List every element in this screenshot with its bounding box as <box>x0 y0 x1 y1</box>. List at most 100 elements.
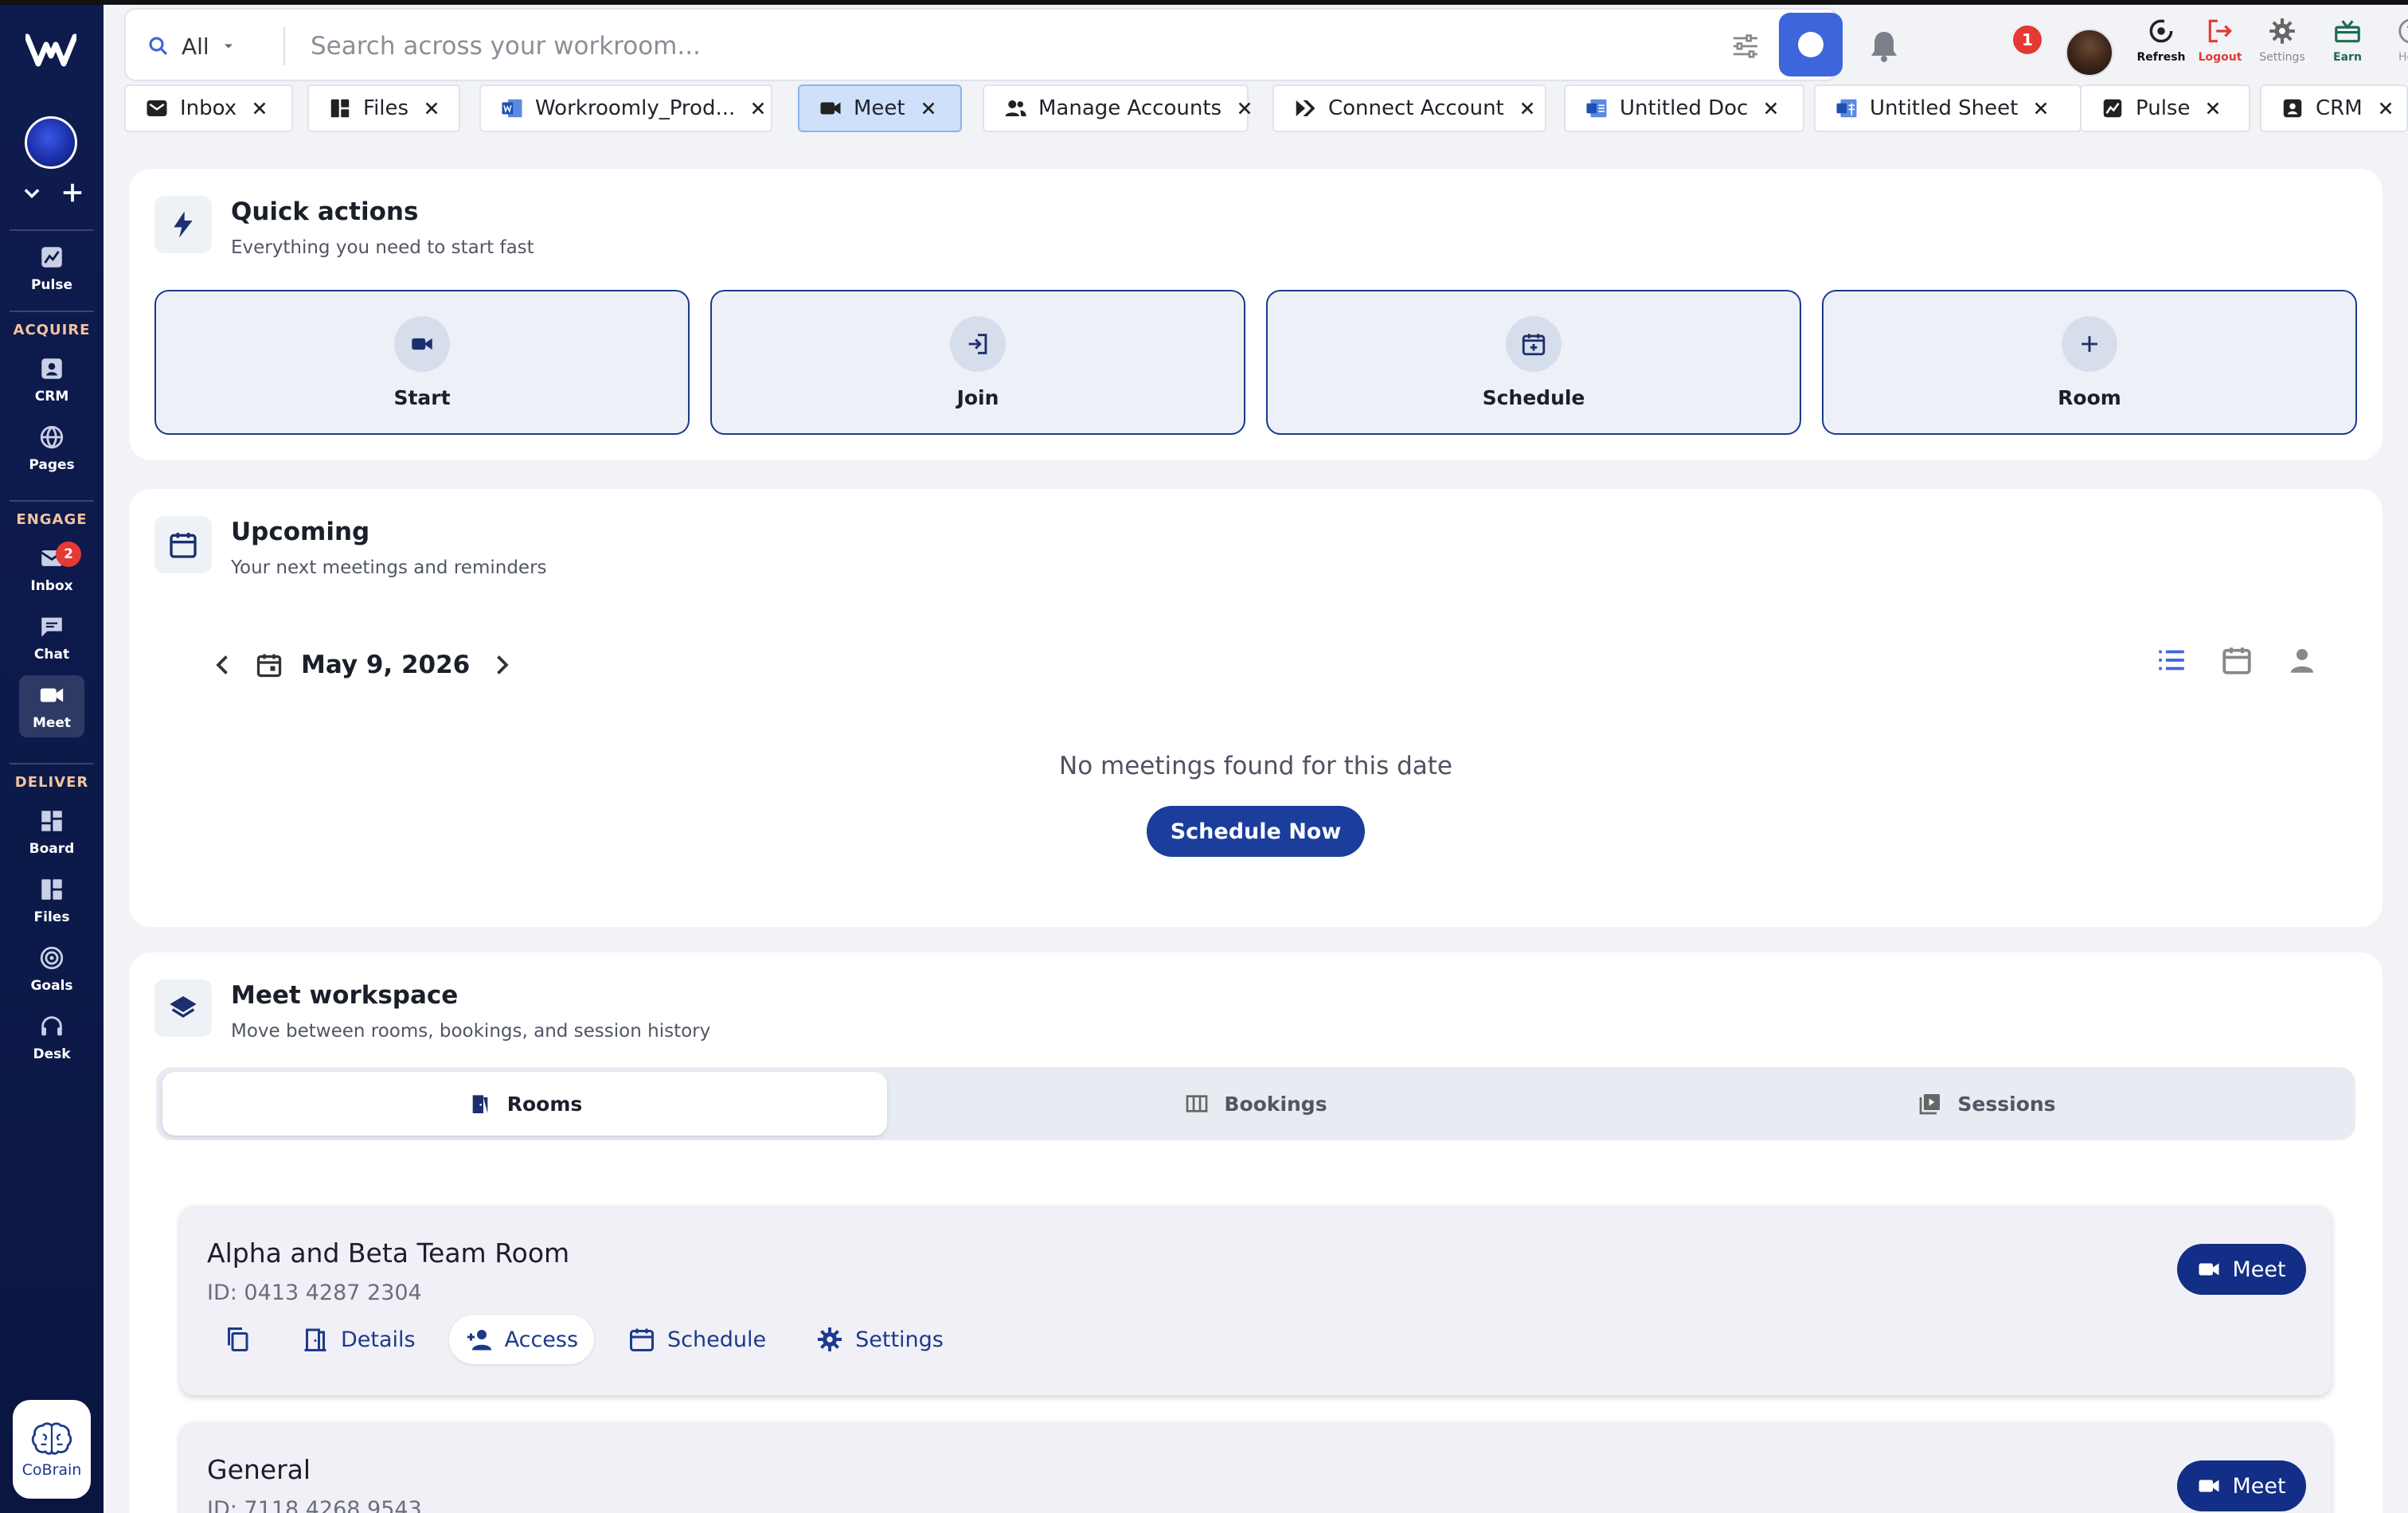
close-icon[interactable] <box>423 100 440 117</box>
room-schedule-button[interactable]: Schedule <box>612 1315 782 1364</box>
join-room-button[interactable]: Meet <box>2177 1460 2306 1511</box>
notifications-button[interactable] <box>1852 16 1916 83</box>
card-title: Meet workspace <box>231 981 459 1010</box>
sidebar-item-meet[interactable]: Meet <box>19 675 84 737</box>
app-logo[interactable] <box>24 32 78 68</box>
search-input[interactable] <box>311 24 1585 68</box>
tab-inbox[interactable]: Inbox <box>124 84 293 132</box>
help-label: Help <box>2398 51 2408 64</box>
sidebar-item-pulse[interactable]: Pulse <box>19 237 84 299</box>
close-icon[interactable] <box>920 100 937 117</box>
filter-sliders-icon[interactable] <box>1730 30 1761 62</box>
gear-icon <box>818 1327 842 1351</box>
room-details-button[interactable]: Details <box>285 1315 432 1364</box>
calendar-view-icon[interactable] <box>2220 643 2254 677</box>
room-id: ID: 0413 4287 2304 <box>207 1280 422 1305</box>
search-scope-select[interactable]: All <box>147 27 236 65</box>
tab-connect-account[interactable]: Connect Account <box>1272 84 1546 132</box>
sidebar-item-crm[interactable]: CRM <box>19 349 84 411</box>
tab-crm[interactable]: CRM <box>2260 84 2408 132</box>
files-icon <box>330 99 350 118</box>
upcoming-card: Upcoming Your next meetings and reminder… <box>129 489 2383 927</box>
sidebar-item-label: Meet <box>32 715 72 731</box>
copy-id-button[interactable] <box>207 1315 268 1364</box>
close-icon[interactable] <box>749 100 767 117</box>
sidebar-item-chat[interactable]: Chat <box>19 607 84 669</box>
bell-icon <box>1871 32 1897 62</box>
sidebar-item-desk[interactable]: Desk <box>19 1007 84 1069</box>
close-icon[interactable] <box>2204 100 2222 117</box>
tab-label: Manage Accounts <box>1038 96 1222 120</box>
room-settings-button[interactable]: Settings <box>799 1315 960 1364</box>
tab-manage-accounts[interactable]: Manage Accounts <box>983 84 1251 132</box>
tab-label: Inbox <box>180 96 237 120</box>
login-icon <box>968 333 987 354</box>
tab-sessions[interactable]: Sessions <box>1624 1072 2349 1136</box>
sidebar-item-label: Pages <box>29 457 75 473</box>
start-meeting-button[interactable]: Start <box>154 290 690 435</box>
close-icon[interactable] <box>2377 100 2394 117</box>
action-label: Schedule <box>667 1327 767 1352</box>
workspace-avatar[interactable] <box>25 116 77 169</box>
tab-label: Pulse <box>2136 96 2191 120</box>
list-view-icon[interactable] <box>2155 643 2188 677</box>
sidebar-item-goals[interactable]: Goals <box>19 938 84 1000</box>
tab-workroomly-prod[interactable]: Workroomly_Prod... <box>479 84 772 132</box>
chevron-down-icon[interactable] <box>21 181 43 211</box>
sidebar-item-label: Files <box>33 909 70 925</box>
close-icon[interactable] <box>2032 100 2050 117</box>
tab-rooms[interactable]: Rooms <box>162 1072 887 1136</box>
join-room-button[interactable]: Meet <box>2177 1244 2306 1295</box>
logout-icon <box>2208 19 2232 43</box>
section-label-acquire: ACQUIRE <box>13 322 91 338</box>
tab-pulse[interactable]: Pulse <box>2080 84 2250 132</box>
user-avatar[interactable] <box>2066 29 2113 76</box>
room-card: Alpha and Beta Team Room ID: 0413 4287 2… <box>180 1206 2332 1395</box>
settings-button[interactable]: Settings <box>2250 16 2314 83</box>
chevron-right-icon[interactable] <box>487 651 516 679</box>
logout-button[interactable]: Logout <box>2188 16 2252 83</box>
calendar-icon[interactable] <box>255 651 283 679</box>
sidebar-item-files[interactable]: Files <box>19 870 84 932</box>
earn-button[interactable]: Earn <box>2316 16 2379 83</box>
plus-icon <box>2082 335 2097 352</box>
global-search: All <box>124 8 1843 81</box>
tab-bookings[interactable]: Bookings <box>893 1072 1618 1136</box>
sidebar-item-label: Inbox <box>30 578 73 594</box>
sidebar-item-pages[interactable]: Pages <box>19 417 84 479</box>
room-access-button[interactable]: Access <box>448 1315 595 1364</box>
refresh-button[interactable]: Refresh <box>2129 16 2193 83</box>
crm-icon <box>41 358 62 379</box>
schedule-now-button[interactable]: Schedule Now <box>1147 806 1365 857</box>
search-submit-button[interactable] <box>1779 13 1843 76</box>
sidebar-item-inbox[interactable]: 2 Inbox <box>19 538 84 600</box>
action-label: Access <box>504 1327 579 1352</box>
sidebar-item-label: Chat <box>33 647 70 663</box>
card-subtitle: Your next meetings and reminders <box>231 557 547 578</box>
tab-files[interactable]: Files <box>307 84 460 132</box>
meet-workspace-card: Meet workspace Move between rooms, booki… <box>129 952 2383 1513</box>
tab-untitled-sheet[interactable]: Untitled Sheet <box>1814 84 2082 132</box>
chevron-left-icon[interactable] <box>209 651 237 679</box>
current-date[interactable]: May 9, 2026 <box>301 651 470 679</box>
close-icon[interactable] <box>1236 100 1253 117</box>
card-subtitle: Everything you need to start fast <box>231 237 534 258</box>
close-icon[interactable] <box>251 100 268 117</box>
tab-untitled-doc[interactable]: Untitled Doc <box>1564 84 1804 132</box>
sidebar-divider <box>10 311 94 312</box>
view-switcher <box>2155 643 2319 677</box>
cobrain-button[interactable]: CoBrain <box>13 1400 91 1499</box>
close-icon[interactable] <box>1519 100 1536 117</box>
schedule-meeting-button[interactable]: Schedule <box>1266 290 1801 435</box>
close-icon[interactable] <box>1762 100 1780 117</box>
earn-label: Earn <box>2333 51 2362 64</box>
create-room-button[interactable]: Room <box>1822 290 2357 435</box>
sidebar-item-board[interactable]: Board <box>19 801 84 863</box>
person-view-icon[interactable] <box>2285 643 2319 677</box>
tab-meet[interactable]: Meet <box>798 84 962 132</box>
brain-icon <box>31 1422 72 1455</box>
quick-action-label: Join <box>956 385 999 409</box>
add-workspace-icon[interactable] <box>61 181 84 211</box>
join-meeting-button[interactable]: Join <box>710 290 1245 435</box>
help-button[interactable]: Help <box>2379 16 2408 83</box>
